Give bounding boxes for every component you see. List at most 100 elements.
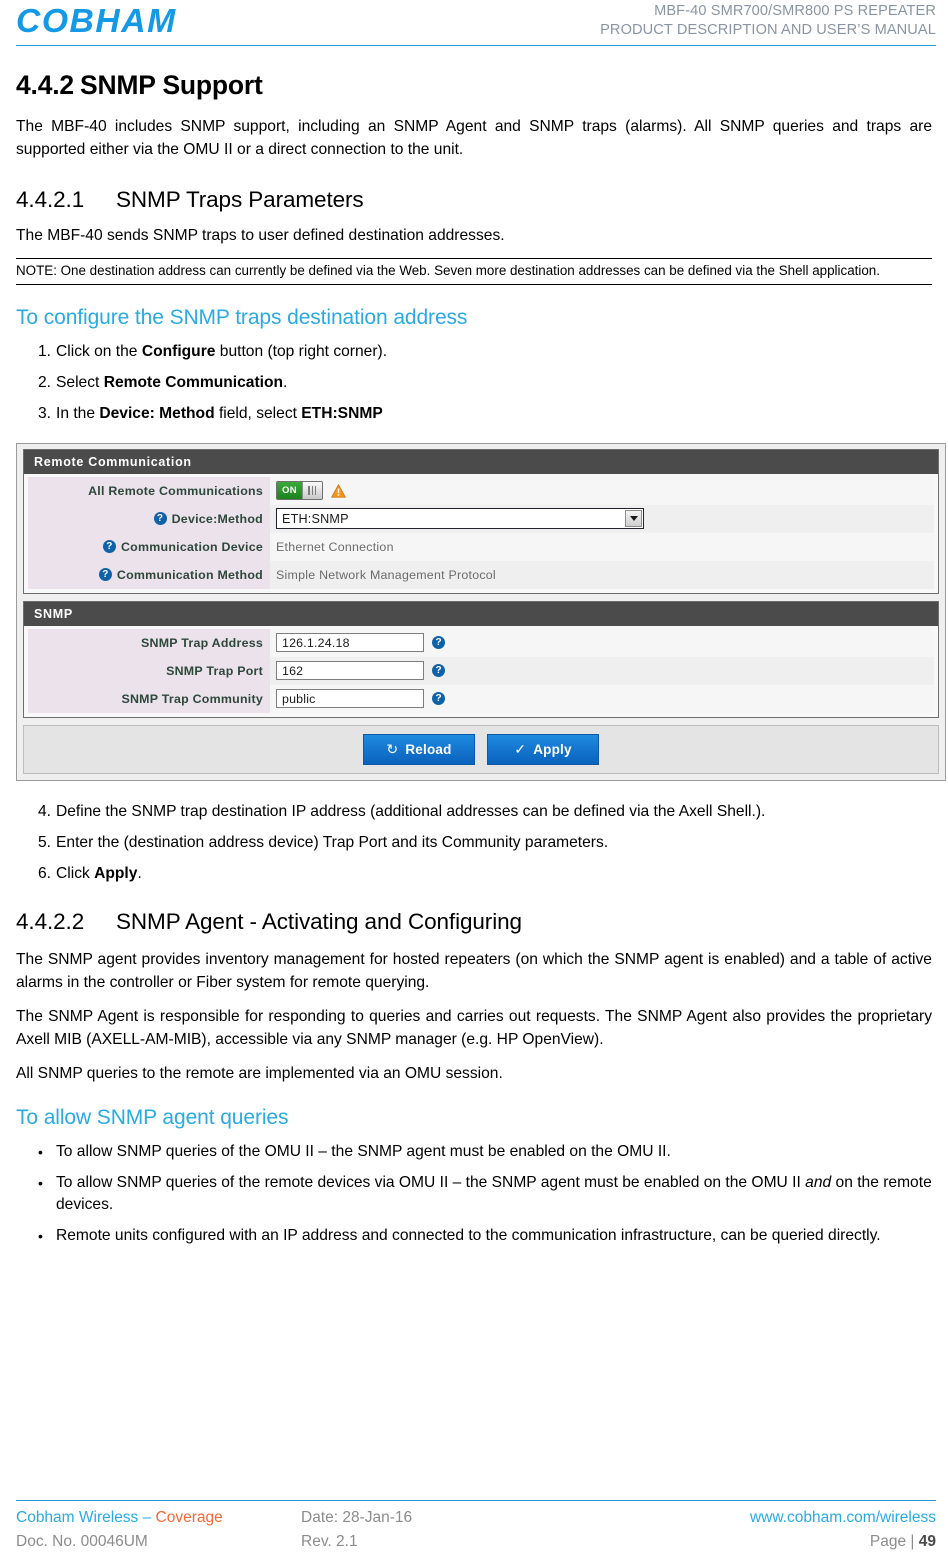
- snmp-panel-title: SNMP: [24, 601, 938, 626]
- step-text-post: .: [137, 864, 142, 882]
- reload-button-label: Reload: [405, 741, 452, 757]
- help-icon[interactable]: ?: [98, 568, 112, 581]
- footer-dash: –: [138, 1509, 156, 1526]
- bullet-text-italic: and: [805, 1173, 832, 1191]
- list-item: • To allow SNMP queries of the remote de…: [16, 1172, 932, 1216]
- step-text-bold: Remote Communication: [103, 373, 284, 391]
- help-icon[interactable]: ?: [153, 512, 167, 525]
- step-text-bold-2: ETH:SNMP: [301, 404, 383, 422]
- step-marker: 2.: [38, 373, 52, 391]
- snmp-trap-port-input[interactable]: 162: [276, 661, 424, 680]
- step-marker: 1.: [38, 342, 52, 360]
- footer-company-block: Cobham Wireless – Coverage: [16, 1506, 301, 1530]
- step-text: Define the SNMP trap destination IP addr…: [56, 802, 766, 820]
- step-text: Select Remote Communication.: [56, 372, 932, 394]
- footer-revision: Rev. 2.1: [301, 1533, 358, 1550]
- toggle-knob: [301, 482, 322, 499]
- step-text: Enter the (destination address device) T…: [56, 833, 609, 851]
- row-communication-method: ? Communication Method Simple Network Ma…: [28, 560, 934, 589]
- procedure-steps-1-continued: 4. Define the SNMP trap destination IP a…: [16, 801, 932, 885]
- procedure-steps-1: 1. Click on the Configure button (top ri…: [16, 341, 932, 425]
- paragraph-4-4-2-1: The MBF-40 sends SNMP traps to user defi…: [16, 227, 505, 244]
- footer-division: Coverage: [155, 1509, 223, 1526]
- label-snmp-trap-port: SNMP Trap Port: [28, 656, 270, 685]
- heading-4-4-2: 4.4.2 SNMP Support: [16, 70, 932, 101]
- footer-doc-no: Doc. No. 00046UM: [16, 1533, 148, 1550]
- footer-row-bottom: Doc. No. 00046UM Rev. 2.1 Page | 49: [16, 1530, 936, 1554]
- procedure-bullets-2: • To allow SNMP queries of the OMU II – …: [16, 1141, 932, 1247]
- list-item: 2. Select Remote Communication.: [16, 372, 932, 394]
- help-icon[interactable]: ?: [432, 664, 445, 677]
- warning-icon: [330, 483, 346, 498]
- snmp-trap-community-input[interactable]: public: [276, 689, 424, 708]
- page-header: COBHAM MBF-40 SMR700/SMR800 PS REPEATER …: [0, 0, 948, 52]
- heading-4-4-2-title: SNMP Support: [80, 70, 263, 100]
- page-footer: Cobham Wireless – Coverage Date: 28-Jan-…: [16, 1500, 936, 1554]
- footer-row-top: Cobham Wireless – Coverage Date: 28-Jan-…: [16, 1506, 936, 1530]
- remote-communication-panel-title: Remote Communication: [24, 449, 938, 474]
- label-device-method-text: Device:Method: [171, 511, 263, 526]
- list-item: 4. Define the SNMP trap destination IP a…: [16, 801, 932, 823]
- heading-4-4-2-2: 4.4.2.2 SNMP Agent - Activating and Conf…: [16, 909, 932, 935]
- row-snmp-trap-community: SNMP Trap Community public ?: [28, 684, 934, 713]
- step-marker: 4.: [38, 802, 52, 820]
- row-communication-device: ? Communication Device Ethernet Connecti…: [28, 532, 934, 561]
- bullet-text: Remote units configured with an IP addre…: [56, 1226, 881, 1244]
- document-content: 4.4.2 SNMP Support The MBF-40 includes S…: [16, 70, 946, 1256]
- refresh-icon: ↻: [386, 740, 399, 757]
- header-line-1: MBF-40 SMR700/SMR800 PS REPEATER: [654, 3, 936, 19]
- step-text-post: button (top right corner).: [215, 342, 388, 360]
- row-all-remote-communications: All Remote Communications ON: [28, 476, 934, 505]
- snmp-trap-address-input[interactable]: 126.1.24.18: [276, 633, 424, 652]
- row-snmp-trap-port: SNMP Trap Port 162 ?: [28, 656, 934, 685]
- value-snmp-trap-address: 126.1.24.18 ?: [270, 628, 934, 657]
- heading-4-4-2-2-number: 4.4.2.2: [16, 908, 85, 934]
- heading-4-4-2-2-title: SNMP Agent - Activating and Configuring: [116, 908, 522, 934]
- value-snmp-trap-port: 162 ?: [270, 656, 934, 685]
- footer-date: Date: 28-Jan-16: [301, 1509, 413, 1526]
- checkmark-icon: ✓: [514, 740, 527, 757]
- step-text-pre: Select: [56, 373, 104, 391]
- note-text: NOTE: One destination address can curren…: [16, 263, 880, 278]
- label-device-method: ? Device:Method: [28, 504, 270, 533]
- help-icon[interactable]: ?: [432, 692, 445, 705]
- screenshot-button-bar: ↻ Reload ✓ Apply: [23, 724, 939, 774]
- header-divider: [16, 45, 936, 46]
- step-text-post: .: [283, 373, 288, 391]
- apply-button[interactable]: ✓ Apply: [487, 733, 599, 765]
- heading-4-4-2-1-number: 4.4.2.1: [16, 187, 85, 212]
- step-text-pre: Click: [56, 864, 95, 882]
- bullet-text: To allow SNMP queries of the remote devi…: [56, 1172, 932, 1216]
- value-all-remote-communications: ON: [270, 476, 934, 505]
- step-text-bold: Configure: [141, 342, 216, 360]
- all-remote-communications-toggle[interactable]: ON: [276, 481, 323, 500]
- help-icon[interactable]: ?: [432, 636, 445, 649]
- label-communication-method-text: Communication Method: [116, 567, 263, 582]
- list-item: 1. Click on the Configure button (top ri…: [16, 341, 932, 363]
- reload-button[interactable]: ↻ Reload: [363, 733, 475, 765]
- label-communication-device-text: Communication Device: [120, 539, 263, 554]
- device-method-select[interactable]: ETH:SNMP: [276, 508, 644, 529]
- header-line-2: PRODUCT DESCRIPTION AND USER’S MANUAL: [600, 22, 936, 38]
- bullet-text: To allow SNMP queries of the OMU II – th…: [56, 1142, 671, 1160]
- label-communication-method: ? Communication Method: [28, 560, 270, 589]
- step-text: Click Apply.: [56, 863, 932, 885]
- help-icon[interactable]: ?: [102, 540, 116, 553]
- toggle-on-label: ON: [277, 482, 302, 499]
- chevron-down-icon[interactable]: [625, 510, 642, 527]
- paragraph-4-4-2-2-b: The SNMP Agent is responsible for respon…: [16, 1007, 932, 1048]
- footer-divider: [16, 1500, 936, 1501]
- list-item: • To allow SNMP queries of the OMU II – …: [16, 1141, 932, 1163]
- paragraph-4-4-2-2-a: The SNMP agent provides inventory manage…: [16, 950, 932, 991]
- step-marker: 6.: [38, 864, 52, 882]
- footer-page: Page | 49: [601, 1530, 936, 1554]
- list-item: 5. Enter the (destination address device…: [16, 832, 932, 854]
- communication-device-value: Ethernet Connection: [276, 539, 394, 554]
- footer-website[interactable]: www.cobham.com/wireless: [601, 1506, 936, 1530]
- label-all-remote-communications: All Remote Communications: [28, 476, 270, 505]
- step-marker: 5.: [38, 833, 52, 851]
- value-communication-device: Ethernet Connection: [270, 532, 934, 561]
- list-item: 3. In the Device: Method field, select E…: [16, 403, 932, 425]
- paragraph-4-4-2: The MBF-40 includes SNMP support, includ…: [16, 118, 932, 158]
- list-item: 6. Click Apply.: [16, 863, 932, 885]
